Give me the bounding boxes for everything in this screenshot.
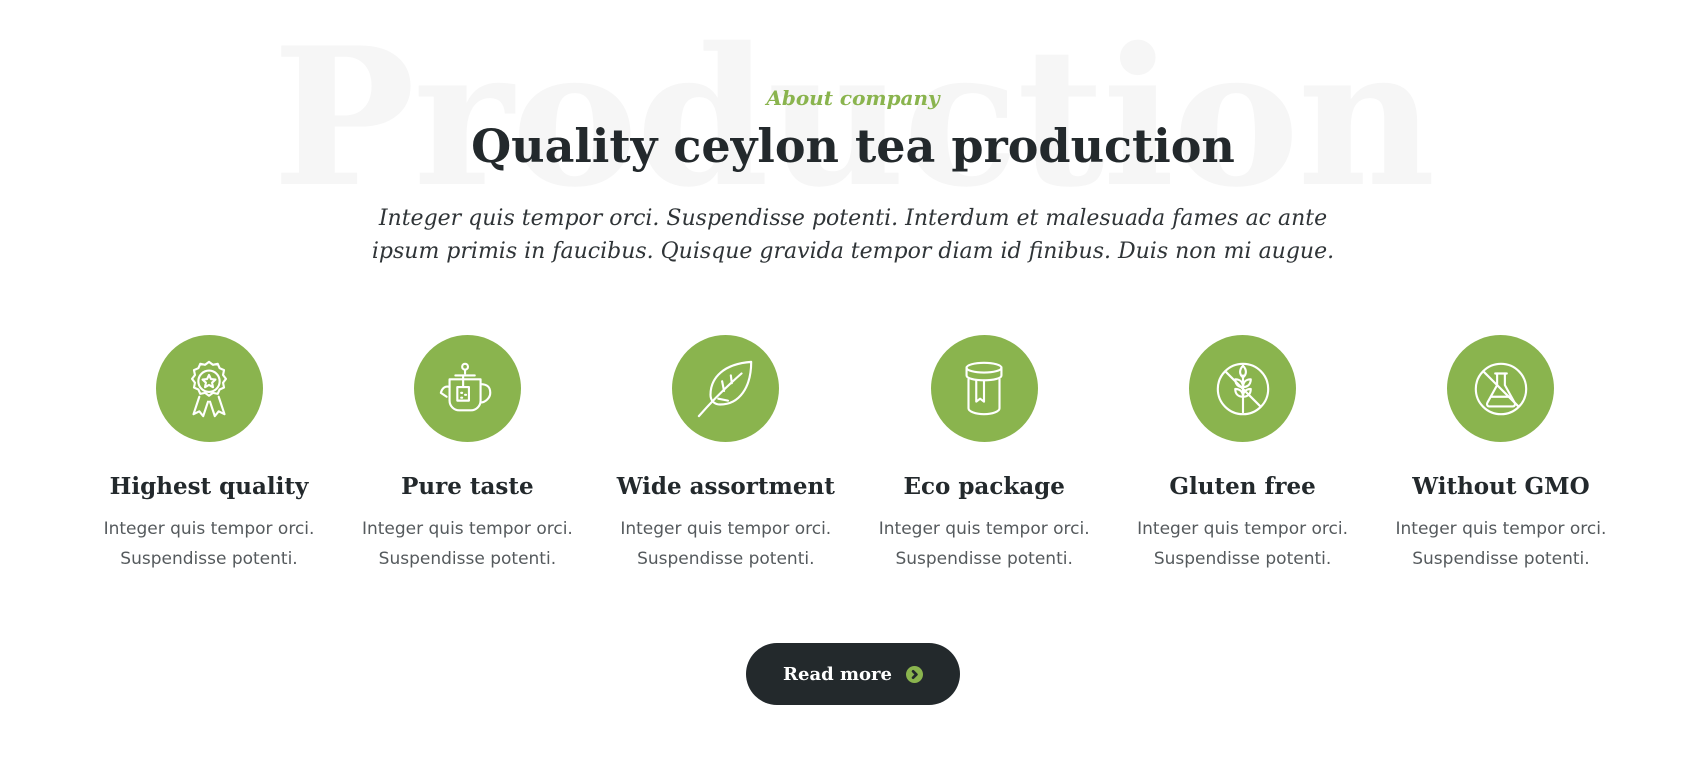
production-section: Production About company Quality ceylon … [0, 0, 1706, 777]
feature-title: Pure taste [401, 473, 534, 500]
no-gmo-flask-icon [1474, 362, 1528, 415]
feature-description-line: Integer quis tempor orci. [1395, 519, 1607, 539]
feature-title: Highest quality [109, 473, 309, 500]
feature-description: Integer quis tempor orci. Suspendisse po… [104, 514, 315, 574]
feature-description-line: Suspendisse potenti. [1153, 549, 1332, 569]
feature-icon-circle [930, 335, 1038, 442]
feature-description-line: Integer quis tempor orci. [361, 519, 573, 539]
award-medal-icon [190, 360, 228, 417]
section-title: Quality ceylon tea production [471, 119, 1235, 173]
features-list: Highest quality Integer quis tempor orci… [80, 335, 1630, 574]
feature-description-line: Integer quis tempor orci. [1137, 519, 1348, 539]
tea-jar-icon [965, 361, 1003, 415]
feature-description: Integer quis tempor orci. Suspendisse po… [620, 514, 831, 574]
chevron-right-circle-icon [905, 665, 923, 683]
feature-description-line: Suspendisse potenti. [637, 549, 815, 569]
read-more-label: Read more [783, 663, 892, 685]
feature-icon-circle [1189, 335, 1297, 442]
leaf-icon [697, 360, 753, 417]
feature-icon-circle [672, 335, 780, 442]
feature-title: Gluten free [1169, 473, 1316, 500]
feature-title: Wide assortment [616, 473, 835, 500]
feature-description: Integer quis tempor orci. Suspendisse po… [1137, 514, 1348, 574]
feature-item-gluten-free: Gluten free Integer quis tempor orci. Su… [1114, 335, 1372, 574]
feature-icon-circle [413, 335, 521, 442]
feature-item-wide-assortment: Wide assortment Integer quis tempor orci… [597, 335, 855, 574]
feature-item-without-gmo: Without GMO Integer quis tempor orci. Su… [1372, 335, 1630, 574]
feature-item-highest-quality: Highest quality Integer quis tempor orci… [80, 335, 338, 574]
feature-icon-circle [155, 335, 263, 442]
feature-title: Without GMO [1412, 473, 1590, 500]
feature-description-line: Suspendisse potenti. [895, 549, 1073, 569]
feature-description-line: Integer quis tempor orci. [878, 519, 1090, 539]
read-more-button[interactable]: Read more [746, 643, 960, 705]
feature-title: Eco package [903, 473, 1065, 500]
feature-description-line: Suspendisse potenti. [1412, 549, 1590, 569]
section-eyebrow: About company [766, 86, 940, 110]
teapot-icon [440, 362, 492, 411]
feature-description: Integer quis tempor orci. Suspendisse po… [362, 514, 573, 574]
feature-description: Integer quis tempor orci. Suspendisse po… [879, 514, 1090, 574]
feature-description-line: Integer quis tempor orci. [620, 519, 832, 539]
feature-description: Integer quis tempor orci. Suspendisse po… [1396, 514, 1607, 574]
feature-description-line: Integer quis tempor orci. [103, 519, 315, 539]
feature-icon-circle [1447, 335, 1555, 442]
section-lead-text: Integer quis tempor orci. Suspendisse po… [371, 206, 1335, 264]
no-gluten-icon [1216, 362, 1269, 415]
feature-description-line: Suspendisse potenti. [378, 549, 557, 569]
feature-item-pure-taste: Pure taste Integer quis tempor orci. Sus… [338, 335, 596, 574]
feature-item-eco-package: Eco package Integer quis tempor orci. Su… [855, 335, 1113, 574]
feature-description-line: Suspendisse potenti. [120, 549, 298, 569]
